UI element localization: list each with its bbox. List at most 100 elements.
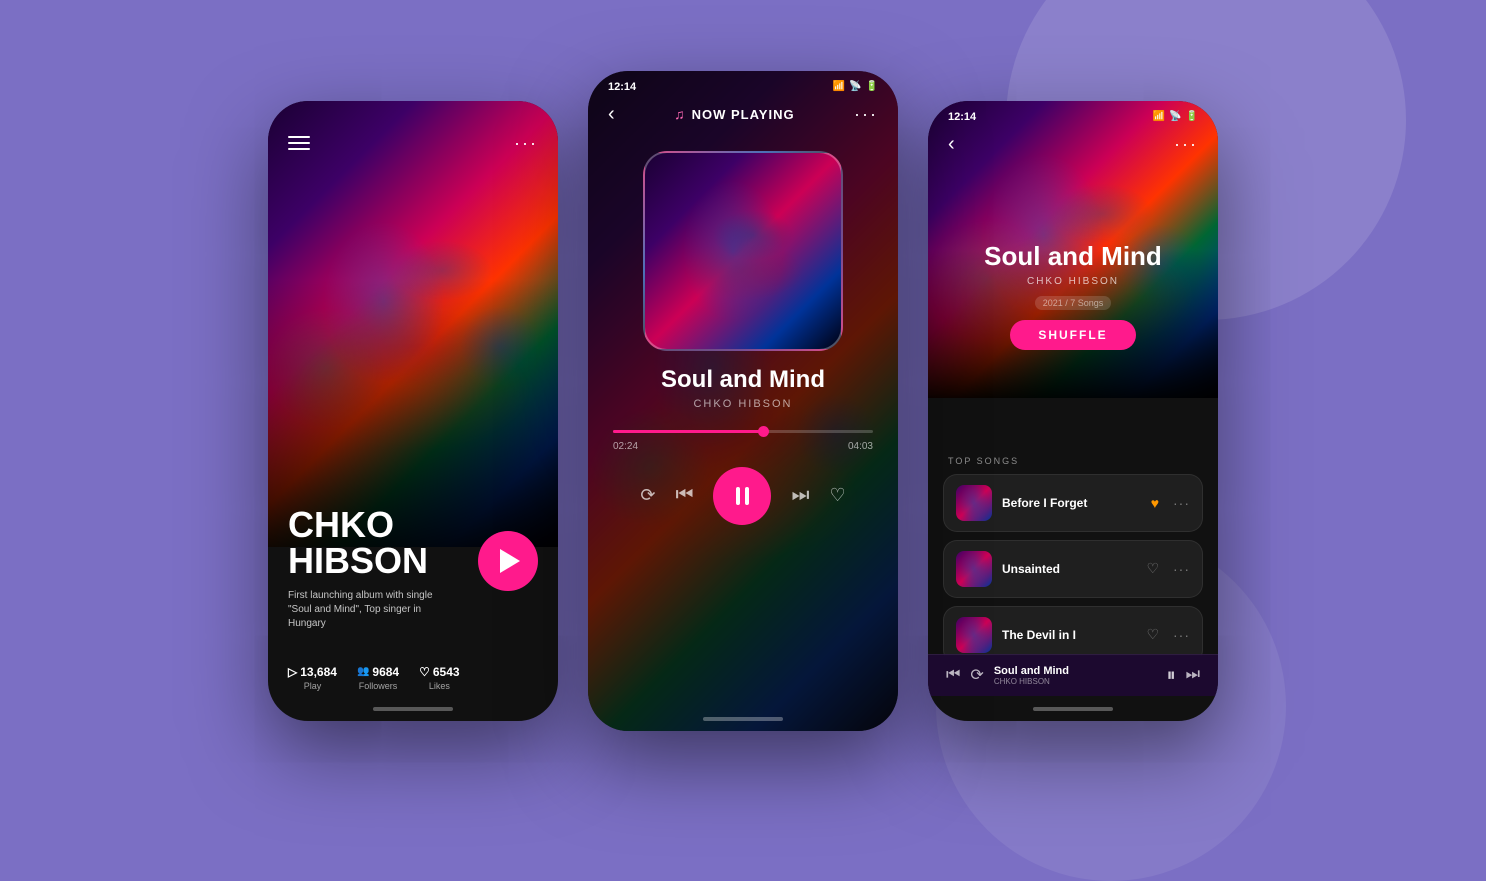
phone-2: 12:14 📶 📡 🔋 ‹ ♫ NOW PLAYING ···: [588, 71, 898, 731]
phone-3-inner: 12:14 📶 📡 🔋 ‹ ··· Soul and Mind CHKO HIB…: [928, 101, 1218, 721]
top-songs-label: TOP SONGS: [943, 456, 1203, 466]
song-more-2[interactable]: ···: [1173, 561, 1190, 577]
play-triangle-icon: [500, 549, 520, 573]
song-title-2: Unsainted: [1002, 562, 1136, 576]
like-button-2[interactable]: ♡: [829, 485, 845, 506]
song-more-3[interactable]: ···: [1173, 627, 1190, 643]
top-nav-2: ‹ ♫ NOW PLAYING ···: [588, 98, 898, 136]
song-more-1[interactable]: ···: [1173, 495, 1190, 511]
back-button-2[interactable]: ‹: [608, 103, 615, 126]
face-art-overlay: [268, 101, 558, 547]
album-art-background: [268, 101, 558, 547]
like-button-song-1[interactable]: ♥: [1151, 495, 1159, 511]
back-button-3[interactable]: ‹: [948, 133, 955, 156]
phones-container: 12:14 📶 📡 🔋 ··· CHKO HIBSON: [268, 91, 1218, 731]
artist-name: CHKO HIBSON: [288, 507, 448, 579]
phone-3: 12:14 📶 📡 🔋 ‹ ··· Soul and Mind CHKO HIB…: [928, 101, 1218, 721]
bottom-artist: CHKO HIBSON: [994, 677, 1157, 686]
more-options-button-2[interactable]: ···: [854, 104, 878, 125]
album-title-3: Soul and Mind: [928, 241, 1218, 272]
song-thumb-2: [956, 551, 992, 587]
artist-description: First launching album with single "Soul …: [288, 589, 448, 631]
likes-icon: ♡: [419, 665, 430, 679]
song-thumb-1: [956, 485, 992, 521]
phone2-content: 12:14 📶 📡 🔋 ‹ ♫ NOW PLAYING ···: [588, 71, 898, 731]
player-controls: ⟳ ⏮ ⏭ ♡: [588, 467, 898, 525]
progress-times: 02:24 04:03: [613, 441, 873, 452]
song-title-1: Before I Forget: [1002, 496, 1141, 510]
followers-count: 👥 9684: [357, 665, 399, 679]
home-bar-3: [1033, 707, 1113, 711]
top-nav-3: ‹ ···: [928, 128, 1218, 166]
bottom-player-bar: ⏮ ⟳ Soul and Mind CHKO HIBSON ⏸ ⏭: [928, 654, 1218, 696]
bottom-next-button[interactable]: ⏭: [1186, 666, 1200, 684]
bottom-song-name: Soul and Mind: [994, 665, 1157, 677]
song-row-2[interactable]: Unsainted ♡ ···: [943, 540, 1203, 598]
likes-label: Likes: [429, 681, 450, 691]
total-time: 04:03: [848, 441, 873, 452]
status-icons-3: 📶 📡 🔋: [1153, 111, 1198, 122]
wifi-icon-3: 📡: [1169, 111, 1181, 122]
song-list-section: TOP SONGS Before I Forget ♥ ··· Unsainte…: [928, 456, 1218, 656]
status-bar-3: 12:14 📶 📡 🔋: [928, 101, 1218, 128]
status-icons-2: 📶 📡 🔋: [833, 81, 878, 92]
like-button-song-2[interactable]: ♡: [1146, 560, 1159, 577]
play-pause-button[interactable]: [713, 467, 771, 525]
followers-icon: 👥: [357, 666, 369, 677]
progress-section: 02:24 04:03: [588, 430, 898, 452]
battery-icon-2: 🔋: [866, 81, 878, 92]
top-nav-1: ···: [268, 128, 558, 164]
current-time: 02:24: [613, 441, 638, 452]
status-time-2: 12:14: [608, 81, 636, 93]
song-title: Soul and Mind: [588, 366, 898, 394]
bottom-pause-button[interactable]: ⏸: [1167, 665, 1176, 686]
battery-icon-3: 🔋: [1186, 111, 1198, 122]
signal-icon-3: 📶: [1153, 111, 1165, 122]
now-playing-label: NOW PLAYING: [692, 107, 795, 122]
artist-header-3: Soul and Mind CHKO HIBSON 2021 / 7 Songs…: [928, 241, 1218, 350]
song-row-3[interactable]: The Devil in I ♡ ···: [943, 606, 1203, 656]
stats-bar: ▷ 13,684 Play 👥 9684 Followers ♡ 6543: [268, 665, 558, 691]
phone-2-inner: 12:14 📶 📡 🔋 ‹ ♫ NOW PLAYING ···: [588, 71, 898, 731]
song-row-1[interactable]: Before I Forget ♥ ···: [943, 474, 1203, 532]
home-bar-1: [373, 707, 453, 711]
large-play-button[interactable]: [478, 531, 538, 591]
song-title-3: The Devil in I: [1002, 628, 1136, 642]
more-options-button-3[interactable]: ···: [1174, 134, 1198, 155]
menu-button-1[interactable]: [288, 136, 310, 150]
more-options-button-1[interactable]: ···: [514, 133, 538, 154]
stat-likes: ♡ 6543 Likes: [419, 665, 459, 691]
progress-bar[interactable]: [613, 430, 873, 433]
phone-1-inner: 12:14 📶 📡 🔋 ··· CHKO HIBSON: [268, 101, 558, 721]
next-button[interactable]: ⏭: [791, 484, 809, 507]
prev-button[interactable]: ⏮: [675, 484, 693, 507]
bottom-song-info: Soul and Mind CHKO HIBSON: [994, 665, 1157, 686]
progress-fill: [613, 430, 764, 433]
followers-label: Followers: [359, 681, 398, 691]
bottom-prev-button[interactable]: ⏮: [946, 666, 960, 684]
stat-play: ▷ 13,684 Play: [288, 665, 337, 691]
bottom-repeat-button[interactable]: ⟳: [970, 665, 983, 685]
like-button-song-3[interactable]: ♡: [1146, 626, 1159, 643]
now-playing-header: ♫ NOW PLAYING: [674, 106, 794, 122]
play-label: Play: [304, 681, 322, 691]
play-icon: ▷: [288, 665, 297, 679]
shuffle-button[interactable]: SHUFFLE: [1010, 320, 1135, 350]
artist-info-section: CHKO HIBSON First launching album with s…: [288, 507, 448, 631]
album-meta-3: 2021 / 7 Songs: [1035, 296, 1112, 310]
album-artist-3: CHKO HIBSON: [928, 276, 1218, 287]
album-art-card: [643, 151, 843, 351]
phone-1: 12:14 📶 📡 🔋 ··· CHKO HIBSON: [268, 101, 558, 721]
pause-bar-right: [745, 487, 749, 505]
song-artist: CHKO HIBSON: [588, 398, 898, 410]
status-time-3: 12:14: [948, 111, 976, 123]
repeat-button[interactable]: ⟳: [640, 485, 655, 506]
wifi-icon-2: 📡: [849, 81, 861, 92]
status-bar-2: 12:14 📶 📡 🔋: [588, 71, 898, 98]
signal-icon-2: 📶: [833, 81, 845, 92]
stat-followers: 👥 9684 Followers: [357, 665, 399, 691]
album-art-face: [645, 153, 841, 349]
music-note-icon: ♫: [674, 106, 686, 122]
play-count: ▷ 13,684: [288, 665, 337, 679]
pause-icon: [736, 487, 749, 505]
